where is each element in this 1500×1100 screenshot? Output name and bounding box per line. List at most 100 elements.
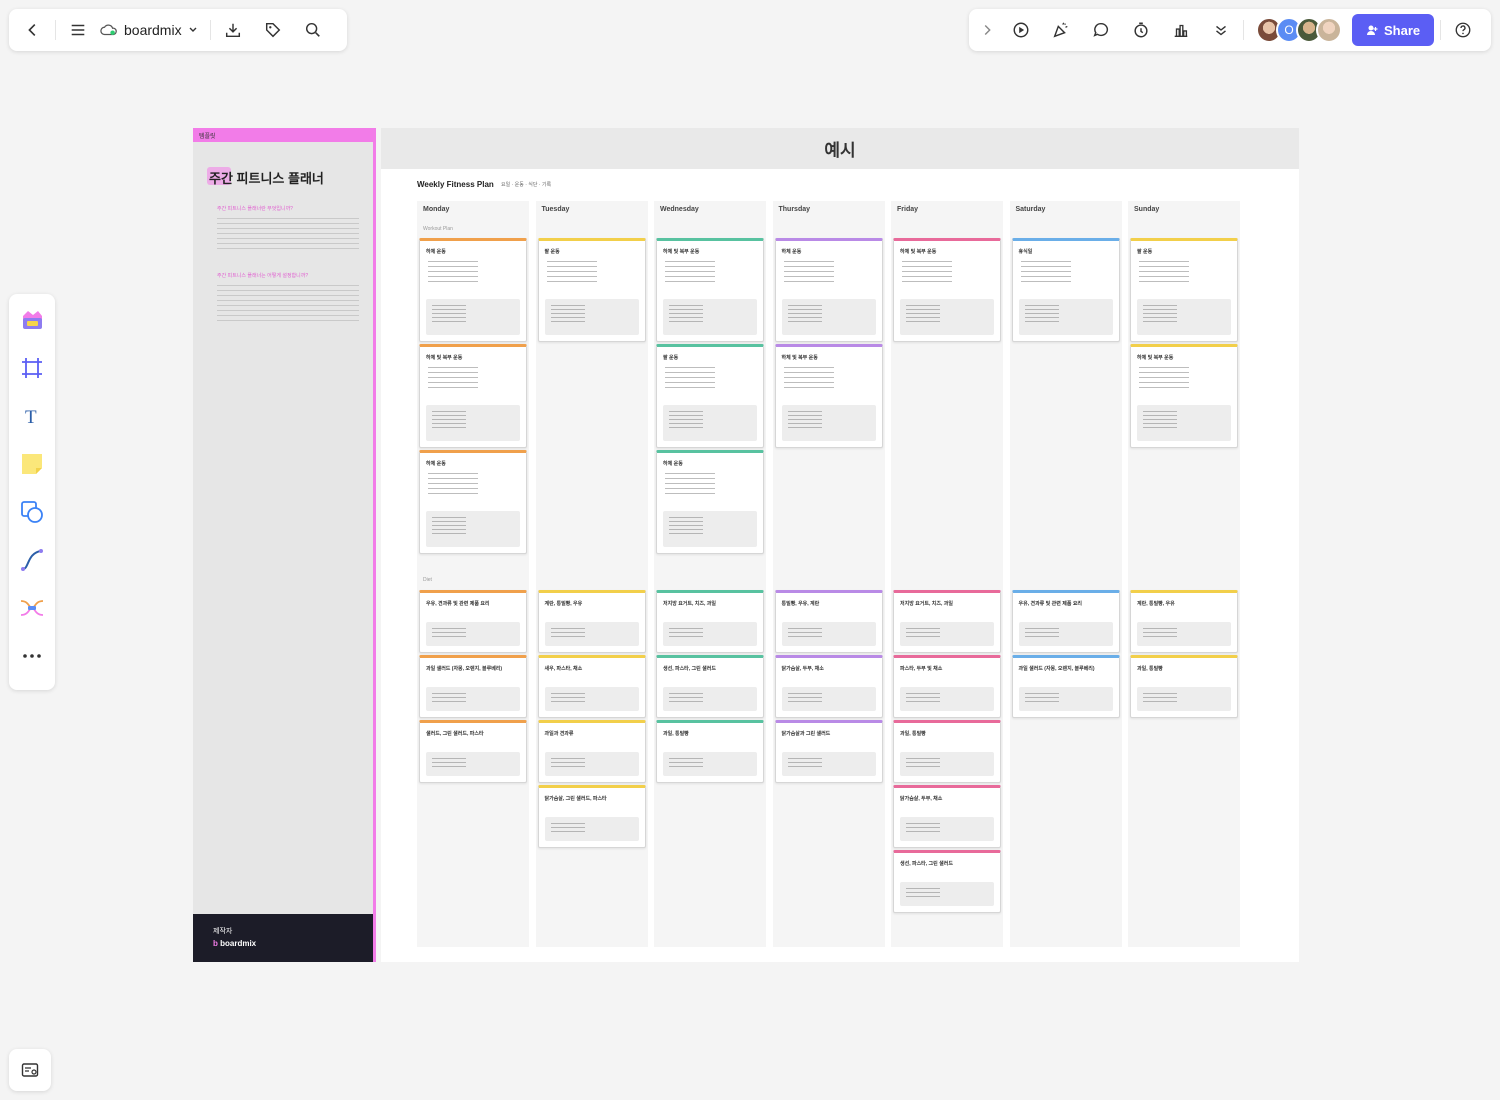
workout-card[interactable]: 하체 운동 (419, 450, 527, 554)
checklist (902, 260, 952, 284)
connector-icon[interactable] (15, 542, 49, 578)
collaborator-avatars[interactable]: O (1256, 17, 1342, 43)
workout-card[interactable]: 하체 및 복부 운동 (419, 344, 527, 448)
workout-card[interactable]: 휴식일 (1011, 238, 1120, 342)
search-icon[interactable] (297, 14, 329, 46)
checklist (1139, 260, 1189, 284)
card-details (1137, 405, 1231, 441)
comment-icon[interactable] (1085, 14, 1117, 46)
diet-card[interactable]: 생선, 파스타, 그린 샐러드 (893, 850, 1001, 913)
help-icon[interactable] (1447, 14, 1479, 46)
template-info-panel[interactable]: 템플릿 주간 피트니스 플래너 주간 피트니스 플래너란 무엇입니까? 주간 피… (193, 128, 376, 962)
download-icon[interactable] (217, 14, 249, 46)
sticky-note-icon[interactable] (15, 446, 49, 482)
toolbar-divider (55, 20, 56, 40)
mindmap-icon[interactable] (15, 590, 49, 626)
weekly-plan-frame[interactable]: 예시 Weekly Fitness Plan 요일 · 운동 · 식단 · 기록… (381, 128, 1299, 962)
tag-icon[interactable] (257, 14, 289, 46)
diet-card[interactable]: 계란, 통밀빵, 우유 (1130, 590, 1238, 653)
day-header: Saturday (1015, 206, 1046, 213)
card-title: 하체 운동 (781, 249, 802, 255)
section-body (217, 216, 359, 250)
workout-card[interactable]: 하체 및 복부 운동 (774, 344, 883, 448)
frame-icon[interactable] (15, 350, 49, 386)
workout-card[interactable]: 하체 운동 (656, 450, 764, 554)
workout-card[interactable]: 하체 및 복부 운동 (656, 238, 764, 342)
diet-card[interactable]: 생선, 파스타, 그린 샐러드 (656, 655, 764, 718)
card-title: 저지방 요거트, 치즈, 과일 (900, 601, 953, 607)
card-title: 계란, 통밀빵, 우유 (1137, 601, 1175, 607)
diet-card[interactable]: 과일, 통밀빵 (656, 720, 764, 783)
diet-card[interactable]: 과일 샐러드 (자몽, 오렌지, 블루베리) (1011, 655, 1120, 718)
chevron-right-icon[interactable] (977, 14, 997, 46)
diet-card[interactable]: 과일 샐러드 (자몽, 오렌지, 블루베리) (419, 655, 527, 718)
workout-card[interactable]: 하체 및 복부 운동 (893, 238, 1001, 342)
card-details (426, 687, 520, 711)
card-title: 하체 및 복부 운동 (663, 249, 700, 255)
diet-card[interactable]: 과일, 통밀빵 (1130, 655, 1238, 718)
diet-card[interactable]: 파스타, 두부 및 채소 (893, 655, 1001, 718)
diet-card[interactable]: 새우, 파스타, 채소 (537, 655, 646, 718)
workout-card[interactable]: 하체 운동 (419, 238, 527, 342)
card-details (426, 752, 520, 776)
checklist (783, 260, 834, 284)
card-title: 하체 운동 (426, 461, 446, 467)
diet-card[interactable]: 닭가슴살, 두부, 채소 (774, 655, 883, 718)
diet-card[interactable]: 샐러드, 그린 샐러드, 파스타 (419, 720, 527, 783)
back-icon[interactable] (17, 14, 49, 46)
diet-card[interactable]: 우유, 견과류 및 관련 제품 요리 (419, 590, 527, 653)
play-icon[interactable] (1005, 14, 1037, 46)
card-title: 과일 샐러드 (자몽, 오렌지, 블루베리) (1018, 666, 1095, 672)
workout-card[interactable]: 하체 운동 (774, 238, 883, 342)
card-title: 닭가슴살, 두부, 채소 (900, 796, 943, 802)
workout-card[interactable]: 팔 운동 (656, 344, 764, 448)
diet-card[interactable]: 닭가슴살, 그린 샐러드, 파스타 (537, 785, 646, 848)
workout-card[interactable]: 팔 운동 (1130, 238, 1238, 342)
checklist (665, 260, 715, 284)
diet-card[interactable]: 닭가슴살과 그린 샐러드 (774, 720, 883, 783)
toolbar-divider (209, 20, 211, 40)
workout-card[interactable]: 하체 및 복부 운동 (1130, 344, 1238, 448)
top-left-toolbar: boardmix (9, 9, 347, 51)
shape-icon[interactable] (15, 494, 49, 530)
card-details (544, 752, 639, 776)
card-details (663, 622, 757, 646)
diet-card[interactable]: 통밀빵, 우유, 계란 (774, 590, 883, 653)
share-button[interactable]: Share (1352, 14, 1435, 46)
more-down-icon[interactable] (1205, 14, 1237, 46)
tool-palette: T (9, 294, 55, 690)
diet-card[interactable]: 계란, 통밀빵, 우유 (537, 590, 646, 653)
diet-card[interactable]: 과일과 견과류 (537, 720, 646, 783)
card-details (1137, 622, 1231, 646)
diet-card[interactable]: 저지방 요거트, 치즈, 과일 (893, 590, 1001, 653)
card-title: 우유, 견과류 및 관련 제품 요리 (1018, 601, 1083, 607)
card-details (426, 622, 520, 646)
more-icon[interactable] (15, 638, 49, 674)
diet-card[interactable]: 우유, 견과류 및 관련 제품 요리 (1011, 590, 1120, 653)
text-icon[interactable]: T (15, 398, 49, 434)
card-details (1137, 299, 1231, 335)
workout-card[interactable]: 팔 운동 (537, 238, 646, 342)
vote-icon[interactable] (1165, 14, 1197, 46)
minimap-button[interactable] (9, 1049, 51, 1091)
diet-card[interactable]: 저지방 요거트, 치즈, 과일 (656, 590, 764, 653)
timer-icon[interactable] (1125, 14, 1157, 46)
template-icon[interactable] (15, 302, 49, 338)
avatar[interactable] (1316, 17, 1342, 43)
card-title: 통밀빵, 우유, 계란 (781, 601, 820, 607)
celebrate-icon[interactable] (1045, 14, 1077, 46)
menu-icon[interactable] (62, 14, 94, 46)
card-title: 팔 운동 (544, 249, 560, 255)
checklist (428, 260, 478, 284)
card-details (544, 687, 639, 711)
card-details (900, 622, 994, 646)
checklist (1020, 260, 1071, 284)
card-details (663, 405, 757, 441)
diet-card[interactable]: 닭가슴살, 두부, 채소 (893, 785, 1001, 848)
card-details (900, 752, 994, 776)
day-column: Thursday 하체 운동 하체 및 복부 운동 통밀빵, 우유, 계란 닭가슴살, … (772, 201, 885, 947)
diet-card[interactable]: 과일, 통밀빵 (893, 720, 1001, 783)
checklist (428, 366, 478, 390)
plan-title: Weekly Fitness Plan (417, 180, 494, 189)
board-name-button[interactable]: boardmix (94, 22, 204, 38)
